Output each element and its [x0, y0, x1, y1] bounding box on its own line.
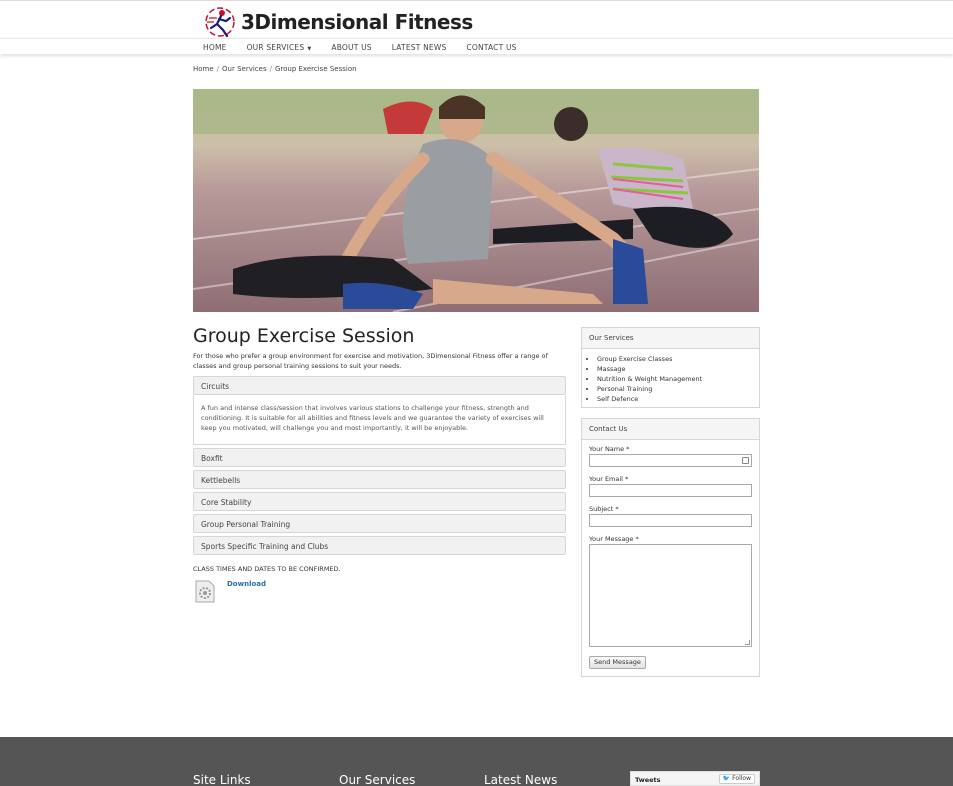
send-message-button[interactable]: Send Message — [589, 656, 646, 669]
nav-contact-us[interactable]: CONTACT US — [466, 43, 516, 52]
accordion-boxfit: Boxfit — [193, 448, 566, 467]
email-label: Your Email * — [589, 475, 629, 483]
resize-grip-icon[interactable] — [745, 640, 750, 645]
breadcrumb-our-services[interactable]: Our Services — [222, 65, 267, 73]
breadcrumb-current: Group Exercise Session — [274, 65, 357, 73]
message-label: Your Message * — [589, 535, 639, 543]
confirm-notice: CLASS TIMES AND DATES TO BE CONFIRMED. — [193, 565, 341, 573]
subject-field[interactable] — [589, 514, 752, 527]
site-header: 3Dimensional Fitness HOME OUR SERVICES ▼ … — [0, 0, 953, 54]
logo-text: 3Dimensional Fitness — [241, 10, 473, 34]
name-label: Your Name * — [589, 445, 630, 453]
nav-our-services[interactable]: OUR SERVICES ▼ — [247, 43, 312, 52]
accordion-header[interactable]: Group Personal Training — [193, 514, 566, 533]
caret-down-icon: ▼ — [307, 46, 312, 52]
nav-latest-news[interactable]: LATEST NEWS — [392, 43, 447, 52]
intro-text: For those who prefer a group environment… — [193, 352, 548, 370]
accordion-group-personal-training: Group Personal Training — [193, 514, 566, 533]
service-link[interactable]: Personal Training — [597, 384, 759, 394]
accordion-header[interactable]: Sports Specific Training and Clubs — [193, 536, 566, 555]
breadcrumb-home[interactable]: Home — [193, 65, 214, 73]
accordion-header[interactable]: Circuits — [193, 376, 566, 395]
contact-widget: Contact Us Your Name * Your Email * Subj… — [581, 418, 760, 677]
site-footer: Site Links Our Services Latest News Twee… — [0, 737, 953, 786]
subject-label: Subject * — [589, 505, 619, 513]
accordion-circuits: Circuits A fun and intense class/session… — [193, 376, 566, 445]
accordion-header[interactable]: Boxfit — [193, 448, 566, 467]
accordion-kettlebells: Kettlebells — [193, 470, 566, 489]
footer-heading-our-services: Our Services — [339, 773, 416, 786]
download-link[interactable]: Download — [227, 580, 266, 588]
service-link[interactable]: Nutrition & Weight Management — [597, 374, 759, 384]
tweets-label: Tweets — [635, 776, 661, 784]
hero-image — [193, 89, 759, 312]
main-nav: HOME OUR SERVICES ▼ ABOUT US LATEST NEWS … — [203, 41, 537, 54]
breadcrumb-separator: / — [216, 65, 220, 73]
follow-button[interactable]: 🐦 Follow — [718, 774, 755, 784]
services-widget: Our Services Group Exercise Classes Mass… — [581, 327, 760, 408]
follow-label: Follow — [732, 775, 751, 782]
accordion-header[interactable]: Kettlebells — [193, 470, 566, 489]
services-widget-title: Our Services — [582, 328, 759, 349]
contact-widget-title: Contact Us — [582, 419, 759, 440]
tweets-widget: Tweets 🐦 Follow — [630, 771, 760, 786]
accordion-core-stability: Core Stability — [193, 492, 566, 511]
service-link[interactable]: Self Defence — [597, 394, 759, 404]
service-link[interactable]: Massage — [597, 364, 759, 374]
autofill-icon[interactable] — [742, 457, 749, 464]
nav-about-us[interactable]: ABOUT US — [331, 43, 371, 52]
nav-home[interactable]: HOME — [203, 43, 227, 52]
breadcrumb-separator: / — [269, 65, 272, 73]
services-list: Group Exercise Classes Massage Nutrition… — [582, 349, 759, 409]
nav-divider — [0, 38, 953, 39]
name-field[interactable] — [589, 454, 752, 467]
accordion-body: A fun and intense class/session that inv… — [193, 395, 566, 445]
footer-heading-latest-news: Latest News — [484, 773, 558, 786]
page-title: Group Exercise Session — [193, 325, 415, 347]
twitter-bird-icon: 🐦 — [722, 775, 731, 782]
accordion-sports-specific: Sports Specific Training and Clubs — [193, 536, 566, 555]
logo[interactable]: 3Dimensional Fitness — [203, 6, 473, 38]
email-field[interactable] — [589, 484, 752, 497]
footer-heading-site-links: Site Links — [193, 773, 251, 786]
message-field[interactable] — [589, 544, 752, 647]
service-link[interactable]: Group Exercise Classes — [597, 354, 759, 364]
file-icon[interactable] — [195, 580, 215, 603]
accordion-header[interactable]: Core Stability — [193, 492, 566, 511]
breadcrumb: Home / Our Services / Group Exercise Session — [193, 65, 357, 73]
logo-runner-icon — [205, 7, 235, 38]
nav-our-services-label: OUR SERVICES — [246, 43, 305, 52]
